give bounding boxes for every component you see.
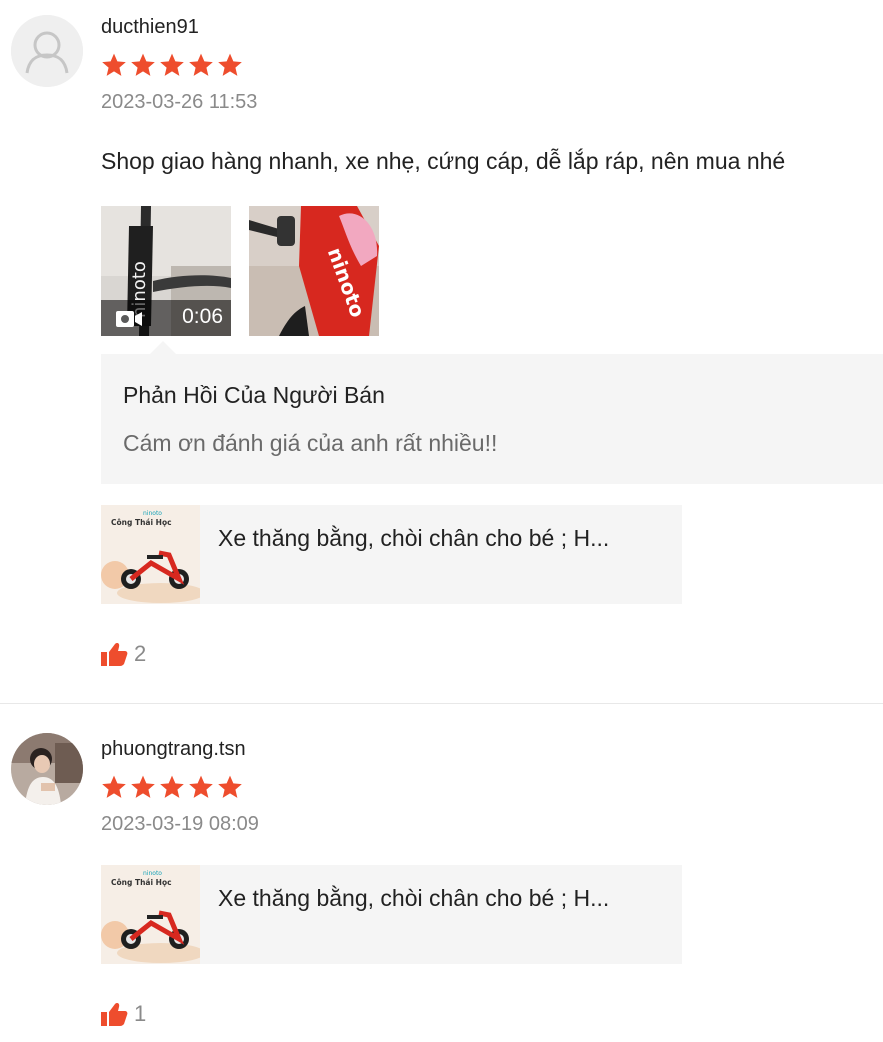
review-image-thumbnail[interactable]: ninoto [249, 206, 379, 336]
star-icon [102, 53, 126, 76]
like-button[interactable]: 2 [101, 640, 146, 668]
reviewer-username[interactable]: phuongtrang.tsn [101, 738, 246, 761]
thumbs-up-icon [101, 643, 128, 666]
review-date: 2023-03-26 11:53 [101, 91, 258, 113]
star-icon [189, 53, 213, 76]
video-duration: 0:06 [182, 305, 223, 328]
product-link[interactable]: ninoto Công Thái Học Xe thăng bằng, chòi… [101, 865, 682, 964]
rating-stars [101, 52, 243, 78]
product-name: Xe thăng bằng, chòi chân cho bé ; H... [218, 525, 610, 551]
like-button[interactable]: 1 [101, 1000, 146, 1028]
avatar[interactable] [11, 733, 83, 805]
review-photo: ninoto [249, 206, 379, 336]
product-thumbnail: ninoto Công Thái Học [101, 865, 200, 964]
video-camera-icon [116, 311, 142, 327]
star-icon [218, 53, 242, 76]
seller-reply-text: Cám ơn đánh giá của anh rất nhiều!! [123, 430, 498, 456]
video-overlay-bar: 0:06 [101, 300, 231, 336]
like-count: 2 [134, 641, 147, 666]
star-icon [189, 775, 213, 798]
product-thumbnail: ninoto Công Thái Học [101, 505, 200, 604]
avatar[interactable] [11, 15, 83, 87]
star-icon [218, 775, 242, 798]
review-video-thumbnail[interactable]: ninoto 0:06 [101, 206, 231, 336]
star-icon [160, 53, 184, 76]
product-thumb-brand: ninoto [143, 510, 162, 517]
rating-stars [101, 774, 243, 800]
star-icon [160, 775, 184, 798]
user-photo [11, 733, 83, 805]
product-thumb-heading: Công Thái Học [111, 518, 172, 527]
reviewer-username[interactable]: ducthien91 [101, 16, 199, 39]
reply-pointer [150, 341, 176, 354]
star-icon [131, 775, 155, 798]
product-link[interactable]: ninoto Công Thái Học Xe thăng bằng, chòi… [101, 505, 682, 604]
star-icon [102, 775, 126, 798]
thumbs-up-icon [101, 1003, 128, 1026]
product-thumb-heading: Công Thái Học [111, 878, 172, 887]
seller-reply-title: Phản Hồi Của Người Bán [123, 382, 385, 408]
review-comment: Shop giao hàng nhanh, xe nhẹ, cứng cáp, … [101, 148, 786, 174]
seller-reply: Phản Hồi Của Người Bán Cám ơn đánh giá c… [101, 354, 883, 484]
like-count: 1 [134, 1001, 147, 1026]
product-thumb-brand: ninoto [143, 870, 162, 877]
star-icon [131, 53, 155, 76]
review-date: 2023-03-19 08:09 [101, 813, 259, 835]
review-divider [0, 703, 883, 704]
product-name: Xe thăng bằng, chòi chân cho bé ; H... [218, 885, 610, 911]
user-silhouette-icon [11, 15, 83, 87]
